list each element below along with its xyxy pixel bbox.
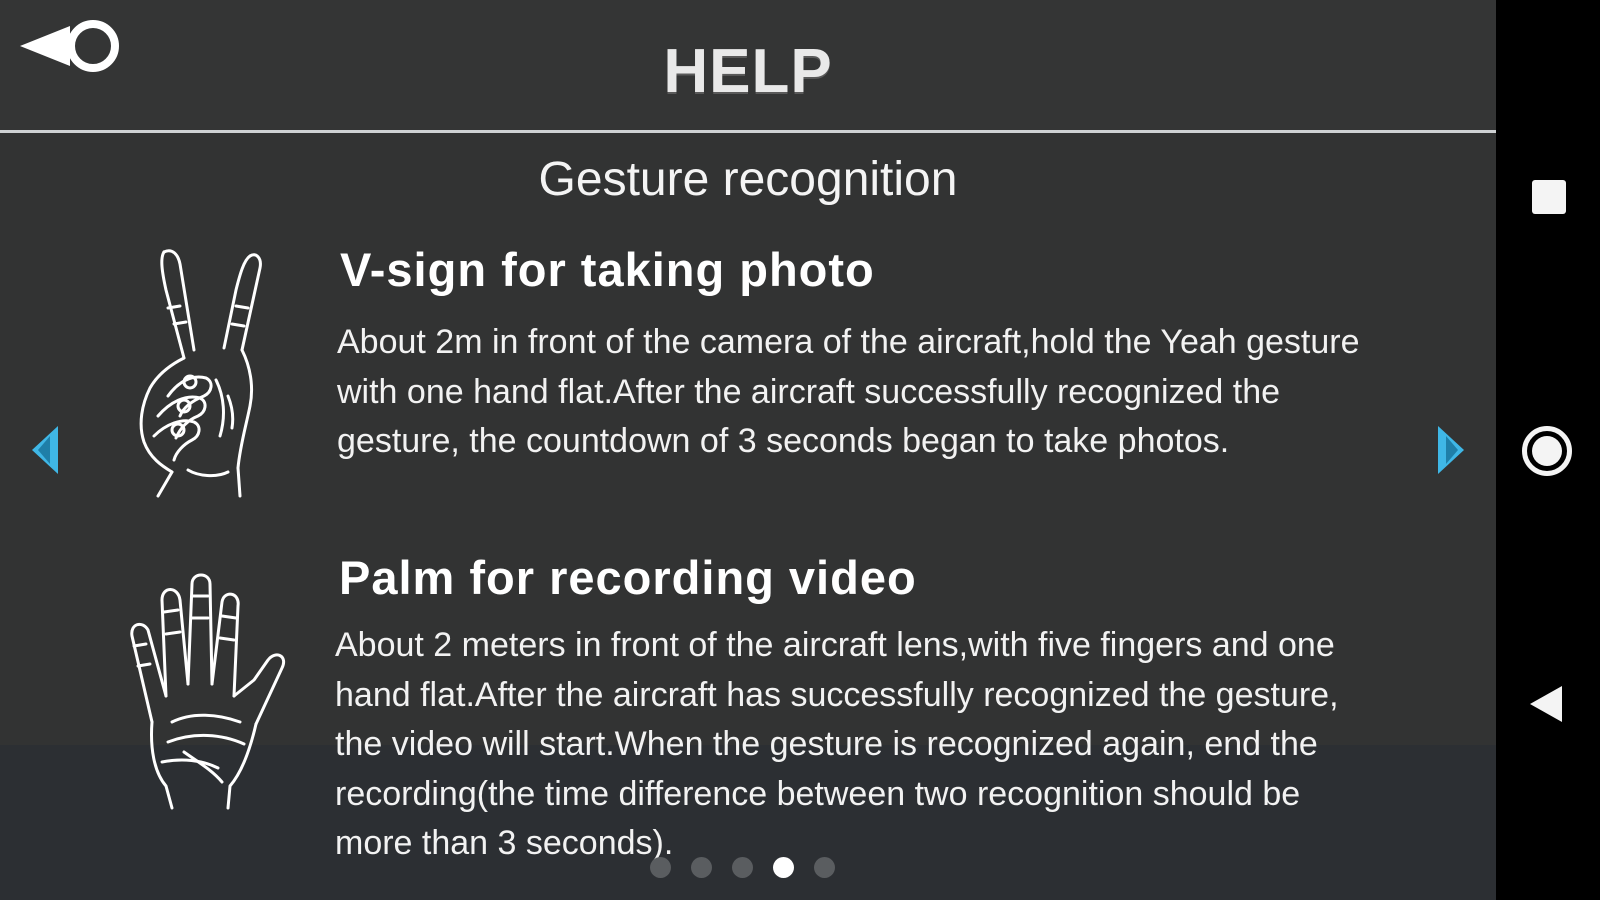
- page-dot[interactable]: [732, 856, 753, 878]
- system-navigation-bar: [1496, 0, 1600, 900]
- chevron-right-icon: [1438, 426, 1464, 474]
- next-page-arrow[interactable]: [1436, 424, 1466, 476]
- description-line: more than 3 seconds).: [335, 824, 674, 862]
- page-dot-active[interactable]: [773, 856, 794, 878]
- home-inner-dot: [1532, 436, 1562, 466]
- description-line: with one hand flat.After the aircraft su…: [337, 372, 1281, 411]
- page-indicator: [650, 856, 835, 878]
- open-palm-hand-icon: [122, 572, 287, 827]
- item-description-v-sign: About 2m in front of the camera of the a…: [337, 318, 1360, 467]
- description-line: the video will start.When the gesture is…: [335, 725, 1318, 763]
- description-line: hand flat.After the aircraft has success…: [335, 675, 1339, 714]
- description-line: gesture, the countdown of 3 seconds bega…: [337, 422, 1230, 460]
- previous-page-arrow[interactable]: [30, 424, 60, 476]
- item-description-palm: About 2 meters in front of the aircraft …: [335, 621, 1339, 869]
- page-dot[interactable]: [814, 856, 835, 878]
- description-line: About 2 meters in front of the aircraft …: [335, 626, 1335, 664]
- description-line: About 2m in front of the camera of the a…: [337, 323, 1360, 361]
- v-sign-hand-icon: [128, 246, 268, 516]
- home-circle-icon[interactable]: [1522, 426, 1572, 476]
- page-dot[interactable]: [650, 856, 671, 878]
- description-line: recording(the time difference between tw…: [335, 774, 1301, 813]
- item-heading-v-sign: V-sign for taking photo: [340, 243, 875, 296]
- page-title: HELP: [663, 37, 833, 106]
- page-dot[interactable]: [691, 856, 712, 878]
- back-triangle-icon[interactable]: [1526, 684, 1566, 724]
- header-divider: [0, 130, 1496, 133]
- header-bar: HELP: [0, 0, 1496, 131]
- recents-square-icon[interactable]: [1532, 180, 1566, 214]
- chevron-left-icon: [32, 426, 58, 474]
- section-title: Gesture recognition: [538, 153, 958, 206]
- item-heading-palm: Palm for recording video: [339, 551, 917, 604]
- help-screen: HELP Gesture recognition V-sign for taki…: [0, 0, 1496, 900]
